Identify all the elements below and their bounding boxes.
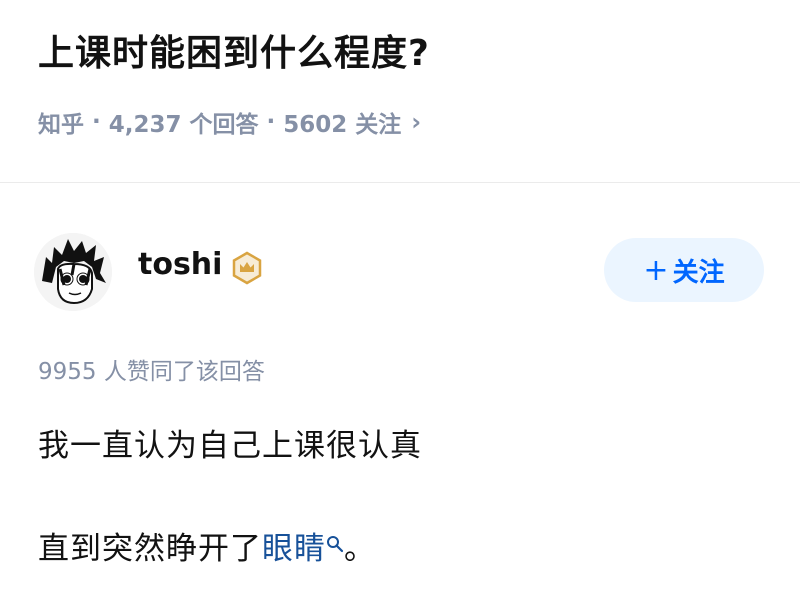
keyword-search-link[interactable]: 眼睛 <box>262 531 344 567</box>
answer-count: 4,237 个回答 <box>108 112 259 138</box>
answer-text: 直到突然睁开了 <box>38 531 262 567</box>
vote-count: 9955 人赞同了该回答 <box>38 359 265 385</box>
source-label: 知乎 <box>38 112 84 138</box>
question-header: 上课时能困到什么程度? 知乎 · 4,237 个回答 · 5602 关注 › <box>0 0 800 182</box>
follow-label: 关注 <box>672 257 725 288</box>
plus-icon: + <box>643 252 669 288</box>
meta-separator: · <box>92 109 101 135</box>
follower-count: 5602 关注 <box>283 112 402 138</box>
keyword-text: 眼睛 <box>262 531 326 567</box>
avatar[interactable] <box>34 233 112 311</box>
answer-paragraph: 直到突然睁开了眼睛。 <box>38 523 376 568</box>
answer-paragraph: 我一直认为自己上课很认真 <box>38 428 422 464</box>
crown-badge-icon <box>230 251 264 285</box>
follow-button[interactable]: + 关注 <box>604 238 764 302</box>
meta-separator: · <box>266 109 276 135</box>
author-row: toshi + 关注 <box>0 183 800 323</box>
chevron-right-icon[interactable]: › <box>411 108 421 136</box>
author-name[interactable]: toshi <box>138 247 222 282</box>
search-icon <box>326 525 344 553</box>
answer-text: 。 <box>344 531 376 567</box>
question-title[interactable]: 上课时能困到什么程度? <box>38 28 762 80</box>
question-meta[interactable]: 知乎 · 4,237 个回答 · 5602 关注 › <box>38 102 762 142</box>
